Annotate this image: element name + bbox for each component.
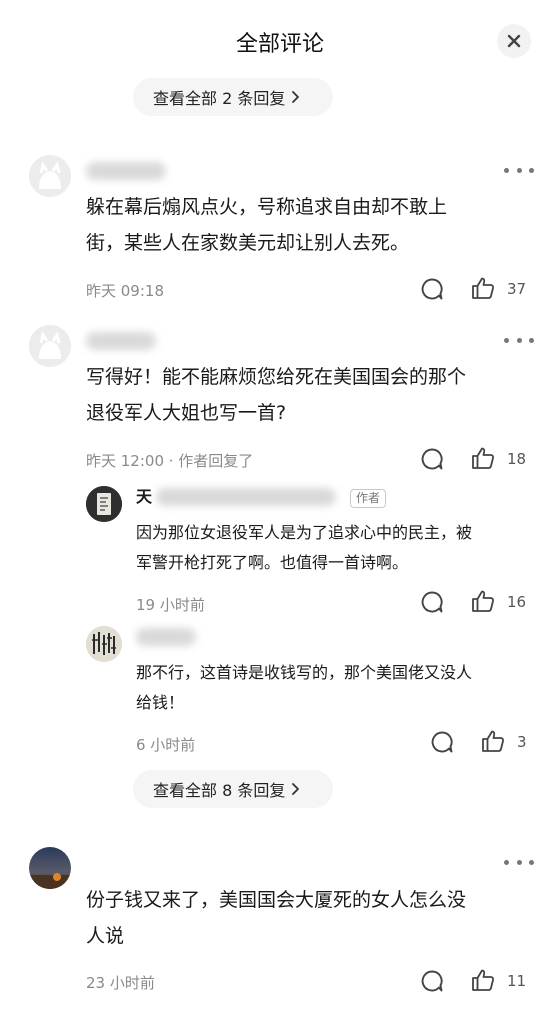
avatar[interactable]: [29, 325, 71, 367]
like-count: 3: [517, 733, 527, 751]
close-button[interactable]: [497, 24, 531, 58]
reply-text-line: 给钱！: [136, 693, 185, 712]
username-redacted[interactable]: [86, 162, 166, 180]
comment-item: 份子钱又来了，美国国会大厦死的女人怎么没 人说 23 小时前 11: [0, 845, 560, 1010]
more-icon[interactable]: [504, 857, 534, 867]
thumbs-up-icon[interactable]: [470, 588, 496, 614]
like-count: 18: [507, 450, 527, 468]
thumbs-up-icon[interactable]: [470, 275, 496, 301]
comment-text-line: 街，某些人在家数美元却让别人去死。: [86, 232, 410, 254]
chevron-right-icon: [292, 91, 300, 103]
reply-time: 19 小时前: [136, 596, 205, 614]
reply-item: 那不行，这首诗是收钱写的，那个美国佬又没人 给钱！ 6 小时前 3: [0, 620, 560, 760]
more-icon[interactable]: [504, 165, 534, 175]
comment-text-line: 退役军人大姐也写一首?: [86, 402, 287, 424]
page-title: 全部评论: [235, 32, 324, 57]
reply-author-name[interactable]: 天: [136, 482, 152, 512]
comment-item: 躲在幕后煽风点火，号称追求自由却不敢上 街，某些人在家数美元却让别人去死。 昨天…: [0, 150, 560, 310]
comment-text-line: 写得好！能不能麻烦您给死在美国国会的那个: [86, 366, 467, 388]
comment-time: 昨天 12:00 · 作者回复了: [86, 452, 254, 470]
expand-replies-button[interactable]: 查看全部 2 条回复: [133, 78, 333, 116]
avatar[interactable]: [86, 486, 122, 522]
thumbs-up-icon[interactable]: [470, 445, 496, 471]
expand-replies-label: 查看全部 2 条回复: [153, 89, 286, 108]
like-count: 11: [507, 972, 527, 990]
like-count: 16: [507, 593, 527, 611]
reply-bubble-icon[interactable]: [430, 730, 454, 754]
author-badge: 作者: [350, 489, 387, 508]
comment-text-line: 人说: [86, 925, 125, 947]
reply-bubble-icon[interactable]: [420, 447, 444, 471]
calligraphy-avatar-icon: [86, 626, 122, 662]
avatar[interactable]: [86, 626, 122, 662]
chevron-right-icon: [292, 783, 300, 795]
avatar[interactable]: [29, 155, 71, 197]
reply-time: 6 小时前: [136, 736, 196, 754]
expand-replies-button[interactable]: 查看全部 8 条回复: [133, 770, 333, 808]
reply-item: 天 作者 因为那位女退役军人是为了追求心中的民主，被 军警开枪打死了啊。也值得一…: [0, 480, 560, 620]
thumbs-up-icon[interactable]: [480, 728, 506, 754]
comment-text-line: 份子钱又来了，美国国会大厦死的女人怎么没: [86, 889, 467, 911]
comment-text-line: 躲在幕后煽风点火，号称追求自由却不敢上: [86, 196, 448, 218]
more-icon[interactable]: [504, 335, 534, 345]
like-count: 37: [507, 280, 527, 298]
comment-item: 写得好！能不能麻烦您给死在美国国会的那个 退役军人大姐也写一首? 昨天 12:0…: [0, 320, 560, 820]
comment-time: 昨天 09:18: [86, 282, 164, 300]
username-redacted[interactable]: [86, 332, 156, 350]
default-avatar-icon: [29, 155, 71, 197]
landscape-avatar-icon: [29, 847, 71, 889]
reply-text-line: 那不行，这首诗是收钱写的，那个美国佬又没人: [136, 663, 473, 682]
author-avatar-icon: [86, 486, 122, 522]
username-redacted[interactable]: [136, 628, 196, 646]
username-redacted[interactable]: [156, 488, 336, 506]
reply-text-line: 因为那位女退役军人是为了追求心中的民主，被: [136, 523, 473, 542]
reply-bubble-icon[interactable]: [420, 590, 444, 614]
reply-bubble-icon[interactable]: [420, 969, 444, 993]
comments-header: 全部评论: [0, 0, 560, 80]
reply-text-line: 军警开枪打死了啊。也值得一首诗啊。: [136, 553, 409, 572]
default-avatar-icon: [29, 325, 71, 367]
close-icon: [507, 34, 521, 48]
thumbs-up-icon[interactable]: [470, 967, 496, 993]
expand-replies-label: 查看全部 8 条回复: [153, 781, 286, 800]
reply-bubble-icon[interactable]: [420, 277, 444, 301]
avatar[interactable]: [29, 847, 71, 889]
comment-time: 23 小时前: [86, 974, 155, 992]
